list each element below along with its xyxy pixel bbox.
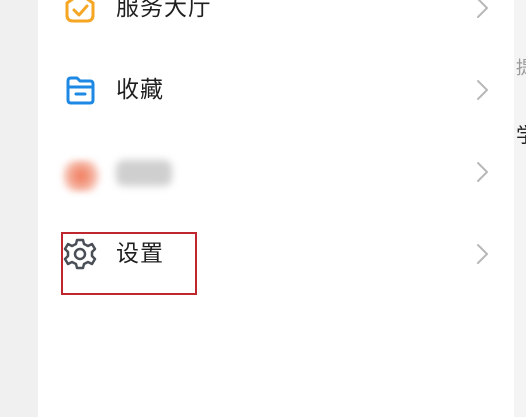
- menu-item-favorites[interactable]: 收藏: [38, 58, 514, 122]
- blurred-app-icon: [62, 160, 104, 192]
- chevron-right-icon: [472, 78, 492, 102]
- right-edge-text-2: 学: [516, 119, 526, 148]
- right-edge-text-1: 提: [516, 58, 526, 79]
- settings-highlight-box: [61, 232, 197, 295]
- menu-item-label: 服务大厅: [116, 0, 212, 21]
- service-hall-icon: [62, 0, 98, 26]
- blurred-label: [116, 160, 172, 186]
- chevron-right-icon: [472, 242, 492, 266]
- folder-favorites-icon: [62, 72, 98, 108]
- menu-item-service-hall[interactable]: 服务大厅: [38, 0, 514, 40]
- right-edge-strip: 提 学: [514, 0, 526, 417]
- chevron-right-icon: [472, 0, 492, 20]
- menu-item-label: 收藏: [116, 77, 164, 103]
- chevron-right-icon: [472, 160, 492, 184]
- left-gutter: [0, 0, 38, 417]
- menu-item-redacted[interactable]: [38, 140, 514, 204]
